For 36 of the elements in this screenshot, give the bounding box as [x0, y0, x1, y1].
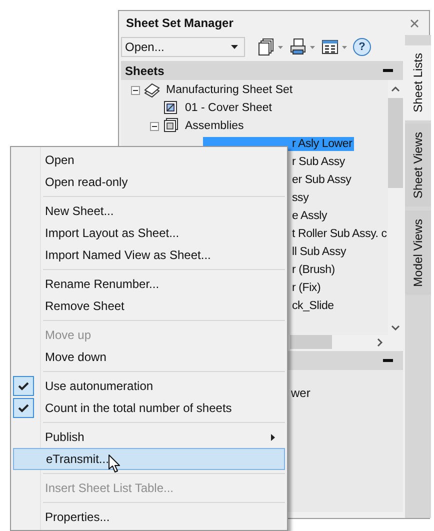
tree-item[interactable]: ck_Slide — [290, 299, 336, 313]
open-dropdown[interactable]: Open... — [121, 37, 245, 57]
detail-text: wer — [290, 386, 312, 402]
tree-item[interactable]: Manufacturing Sheet Set — [164, 83, 295, 97]
help-button[interactable]: ? — [353, 38, 371, 56]
section-title: Sheets — [125, 64, 164, 78]
tree-item[interactable]: 01 - Cover Sheet — [183, 101, 274, 115]
menu-item[interactable]: Import Layout as Sheet... — [13, 222, 285, 244]
side-tab[interactable]: Model Views — [405, 210, 431, 295]
tree-item[interactable]: r Sub Assy — [290, 155, 347, 169]
tree-item[interactable]: t Roller Sub Assy. c — [290, 227, 388, 241]
menu-item[interactable]: Use autonumeration — [34, 375, 285, 397]
tree-item[interactable]: ssy — [290, 191, 311, 205]
tree-item[interactable]: ll Sub Assy — [290, 245, 348, 259]
menu-item: Insert Sheet List Table... — [44, 480, 175, 497]
panel-title: Sheet Set Manager — [126, 16, 234, 30]
menu-item[interactable]: Remove Sheet — [13, 295, 285, 317]
tree-item[interactable]: e Assly — [290, 209, 330, 223]
menu-item[interactable]: Open read-only — [13, 171, 285, 193]
menu-item[interactable]: New Sheet... — [13, 200, 285, 222]
menu-item[interactable]: Rename Renumber... — [13, 273, 285, 295]
menu-item[interactable]: Move down — [13, 346, 285, 368]
tree-item[interactable]: Assemblies — [183, 119, 246, 133]
menu-item[interactable]: Open — [13, 149, 285, 171]
tree-item[interactable]: r (Fix) — [290, 281, 323, 295]
tree-item[interactable]: r Asly Lower — [290, 137, 354, 151]
tree-item[interactable]: r (Brush) — [290, 263, 337, 277]
menu-item[interactable]: Count in the total number of sheets — [34, 397, 285, 419]
menu-item[interactable]: Properties... — [13, 506, 285, 528]
tree-item[interactable]: er Sub Assy — [290, 173, 354, 187]
menu-item[interactable]: Import Named View as Sheet... — [13, 244, 285, 266]
side-tab[interactable]: Sheet Lists — [405, 45, 431, 120]
menu-item: Move up — [44, 327, 92, 344]
menu-item[interactable]: eTransmit... — [13, 448, 285, 470]
side-tab[interactable]: Sheet Views — [405, 124, 431, 207]
menu-item[interactable]: Publish — [13, 426, 285, 448]
